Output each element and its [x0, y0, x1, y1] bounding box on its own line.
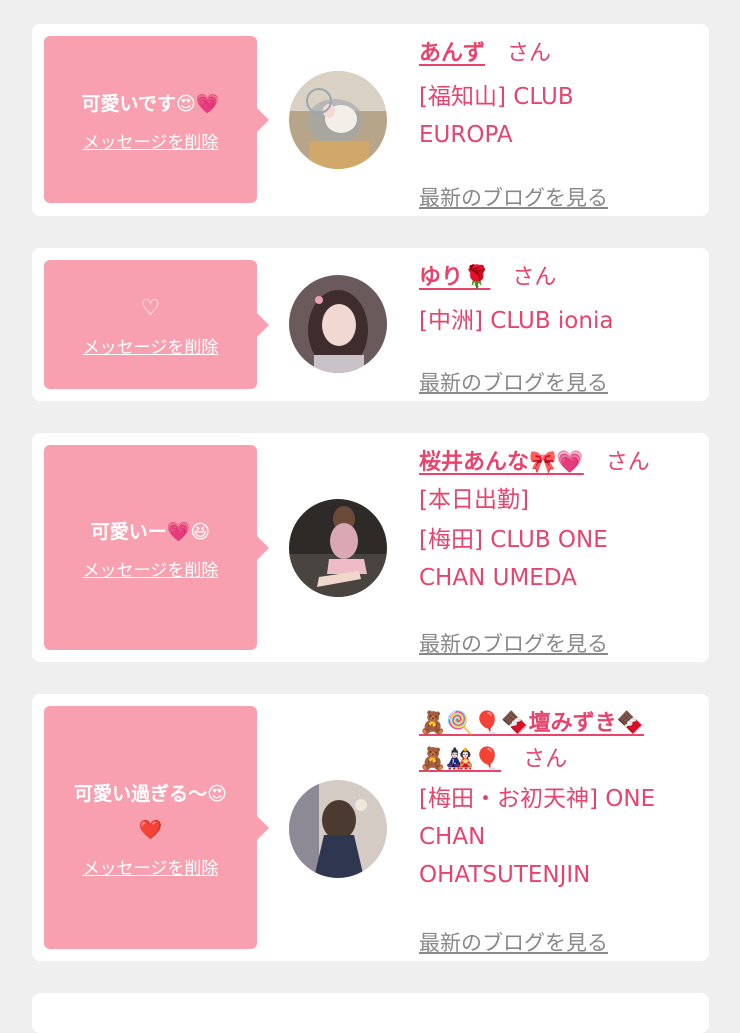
- honorific: さん: [523, 747, 568, 772]
- cast-info: 桜井あんな🎀💗 さん [本日出勤] [梅田] CLUB ONE CHAN UMED…: [419, 445, 697, 656]
- delete-message-link[interactable]: メッセージを削除: [83, 556, 219, 581]
- message-card: [32, 993, 709, 1033]
- store-line-2: CHAN UMEDA: [419, 565, 577, 591]
- avatar[interactable]: [289, 275, 387, 373]
- cast-name-link[interactable]: ゆり🌹: [419, 265, 490, 290]
- avatar[interactable]: [289, 71, 387, 169]
- delete-message-link[interactable]: メッセージを削除: [83, 128, 219, 153]
- message-card: ♡ メッセージを削除 ゆり🌹 さん [中洲] CLUB ionia 最新のブログを…: [32, 248, 709, 401]
- latest-blog-link[interactable]: 最新のブログを見る: [419, 367, 608, 397]
- cast-name-link[interactable]: 🧸🍭🎈🍫壇みずき🍫: [419, 711, 644, 736]
- message-card: 可愛い過ぎる〜😍 ❤️ メッセージを削除 🧸🍭🎈🍫壇みずき🍫 🧸🎎🎈 さん [梅田…: [32, 694, 709, 961]
- store-line-1: [梅田・お初天神] ONE: [419, 786, 656, 812]
- latest-blog-link[interactable]: 最新のブログを見る: [419, 927, 608, 957]
- cast-name-link-continued[interactable]: 🧸🎎🎈: [419, 747, 501, 772]
- avatar[interactable]: [289, 780, 387, 878]
- latest-blog-link[interactable]: 最新のブログを見る: [419, 628, 608, 658]
- message-text-line-1: 可愛い過ぎる〜😍: [74, 783, 227, 805]
- attendance-status: [本日出勤]: [419, 487, 529, 513]
- message-text: 可愛いー💗😆: [90, 521, 211, 543]
- cast-info: 🧸🍭🎈🍫壇みずき🍫 🧸🎎🎈 さん [梅田・お初天神] ONE CHAN OHATS…: [419, 706, 697, 955]
- store-line-1: [中洲] CLUB ionia: [419, 308, 614, 334]
- store-line-1: [福知山] CLUB: [419, 84, 574, 110]
- message-text-line-2: ❤️: [138, 819, 163, 841]
- cast-info: あんず さん [福知山] CLUB EUROPA 最新のブログを見る: [419, 36, 697, 210]
- honorific: さん: [507, 41, 552, 66]
- cast-name-link[interactable]: 桜井あんな🎀💗: [419, 450, 584, 475]
- cast-info: ゆり🌹 さん [中洲] CLUB ionia 最新のブログを見る: [419, 260, 697, 395]
- honorific: さん: [605, 450, 650, 475]
- latest-blog-link[interactable]: 最新のブログを見る: [419, 182, 608, 212]
- delete-message-link[interactable]: メッセージを削除: [83, 854, 219, 879]
- avatar[interactable]: [289, 499, 387, 597]
- message-text: ♡: [140, 296, 161, 321]
- honorific: さん: [512, 265, 557, 290]
- message-text: 可愛いです😍💗: [81, 93, 220, 115]
- store-line-2: EUROPA: [419, 122, 513, 148]
- message-card: 可愛いです😍💗 メッセージを削除 あんず さん [福知山] CLUB EUROPA…: [32, 24, 709, 216]
- store-line-2: CHAN: [419, 824, 486, 850]
- message-bubble: ♡ メッセージを削除: [44, 260, 269, 389]
- store-line-1: [梅田] CLUB ONE: [419, 527, 608, 553]
- message-card: 可愛いー💗😆 メッセージを削除 桜井あんな🎀💗 さん [本日出勤] [梅田] CL…: [32, 433, 709, 662]
- message-bubble: 可愛いです😍💗 メッセージを削除: [44, 36, 269, 203]
- delete-message-link[interactable]: メッセージを削除: [83, 333, 219, 358]
- message-bubble: 可愛い過ぎる〜😍 ❤️ メッセージを削除: [44, 706, 269, 949]
- message-bubble: 可愛いー💗😆 メッセージを削除: [44, 445, 269, 650]
- cast-name-link[interactable]: あんず: [419, 41, 485, 66]
- store-line-3: OHATSUTENJIN: [419, 862, 591, 888]
